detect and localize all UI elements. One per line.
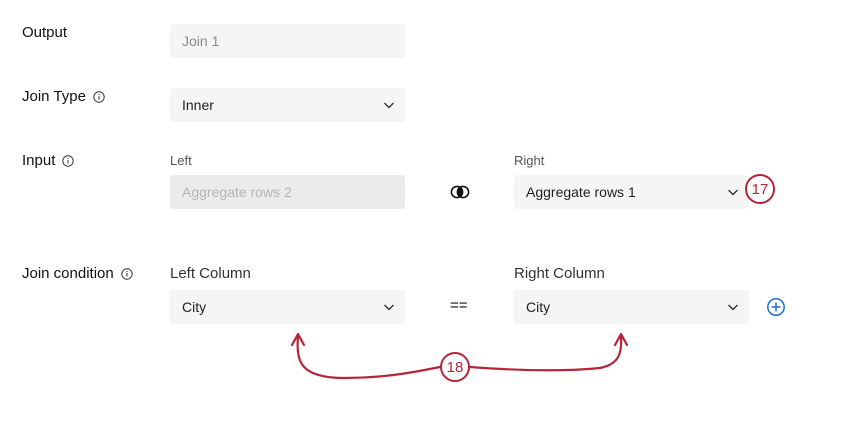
callout-badge-18: 18 [440,352,470,382]
callout-18-text: 18 [446,358,464,376]
callout-arrows [290,332,629,380]
